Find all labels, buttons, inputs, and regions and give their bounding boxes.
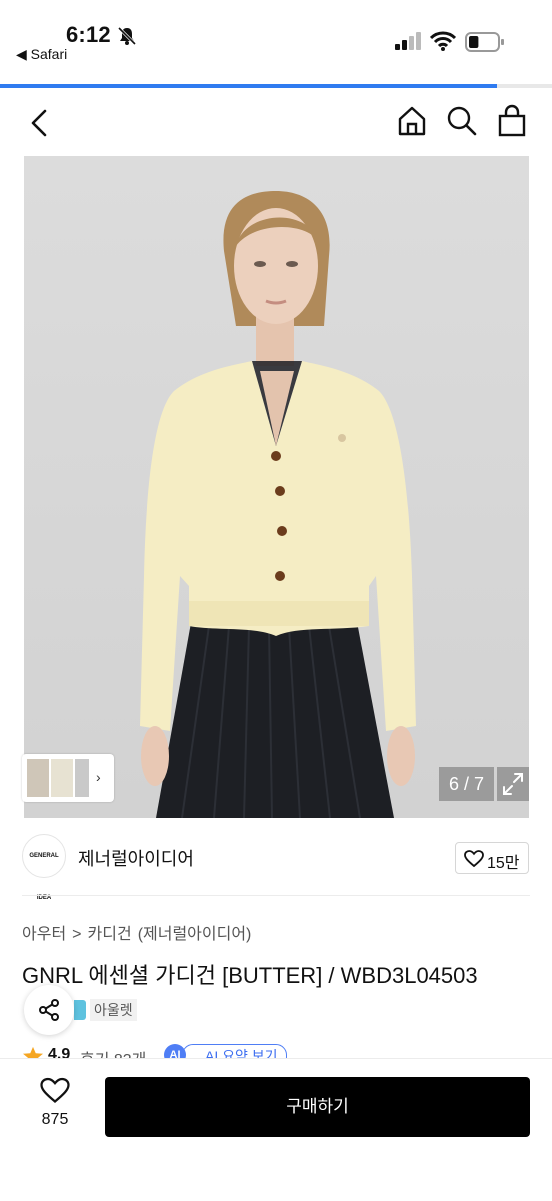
breadcrumb-separator: > [72, 926, 82, 943]
brand-name[interactable]: 제너럴아이디어 [78, 845, 194, 871]
wishlist-count: 875 [41, 1111, 69, 1128]
bell-muted-icon [117, 26, 137, 46]
brand-like-button[interactable]: 15만 [455, 842, 529, 874]
breadcrumb: 아우터 > 카디건 (제너럴아이디어) [22, 920, 257, 944]
search-icon[interactable] [446, 104, 478, 138]
top-nav [0, 92, 552, 152]
product-image[interactable] [24, 156, 529, 818]
breadcrumb-brand[interactable]: (제너럴아이디어) [138, 926, 252, 943]
status-time: 6:12 [66, 22, 111, 47]
status-bar: 6:12 ◀ Safari [0, 0, 552, 84]
heart-icon [464, 850, 484, 868]
share-button[interactable] [24, 985, 74, 1035]
heart-icon [40, 1077, 70, 1103]
battery-icon [465, 32, 504, 52]
brand-logo-text: GENERAL IDEA [29, 853, 59, 901]
thumbnail-2[interactable] [51, 759, 73, 797]
wifi-icon [430, 31, 456, 51]
divider [22, 895, 530, 896]
chevron-right-icon[interactable]: › [96, 769, 101, 785]
wishlist-button[interactable]: 875 [30, 1077, 80, 1137]
bottom-action-bar: 875 구매하기 [0, 1058, 552, 1201]
brand-like-count: 15만 [487, 855, 520, 872]
expand-icon[interactable] [497, 767, 529, 801]
home-icon[interactable] [396, 104, 428, 138]
product-title: GNRL 에센셜 가디건 [BUTTER] / WBD3L04503 [22, 963, 478, 988]
share-icon [39, 999, 59, 1021]
tag-accent [74, 1000, 86, 1020]
signal-icon [395, 32, 421, 50]
page-load-progress [0, 84, 552, 88]
back-to-safari[interactable]: ◀ Safari [16, 46, 67, 63]
bag-icon[interactable] [496, 104, 528, 138]
buy-button[interactable]: 구매하기 [105, 1077, 530, 1137]
breadcrumb-cardigan[interactable]: 카디건 [88, 926, 132, 943]
tag-outlet: 아울렛 [90, 999, 137, 1021]
brand-row[interactable]: GENERAL IDEA 제너럴아이디어 15만 [0, 828, 552, 901]
thumbnail-1[interactable] [27, 759, 49, 797]
thumbnail-strip[interactable]: › [22, 754, 114, 802]
thumbnail-3[interactable] [75, 759, 89, 797]
image-counter: 6 / 7 [439, 767, 494, 801]
back-chevron-icon[interactable] [26, 106, 56, 140]
brand-logo[interactable]: GENERAL IDEA [22, 834, 66, 901]
breadcrumb-outer[interactable]: 아우터 [22, 926, 66, 943]
progress-fill [0, 84, 497, 88]
